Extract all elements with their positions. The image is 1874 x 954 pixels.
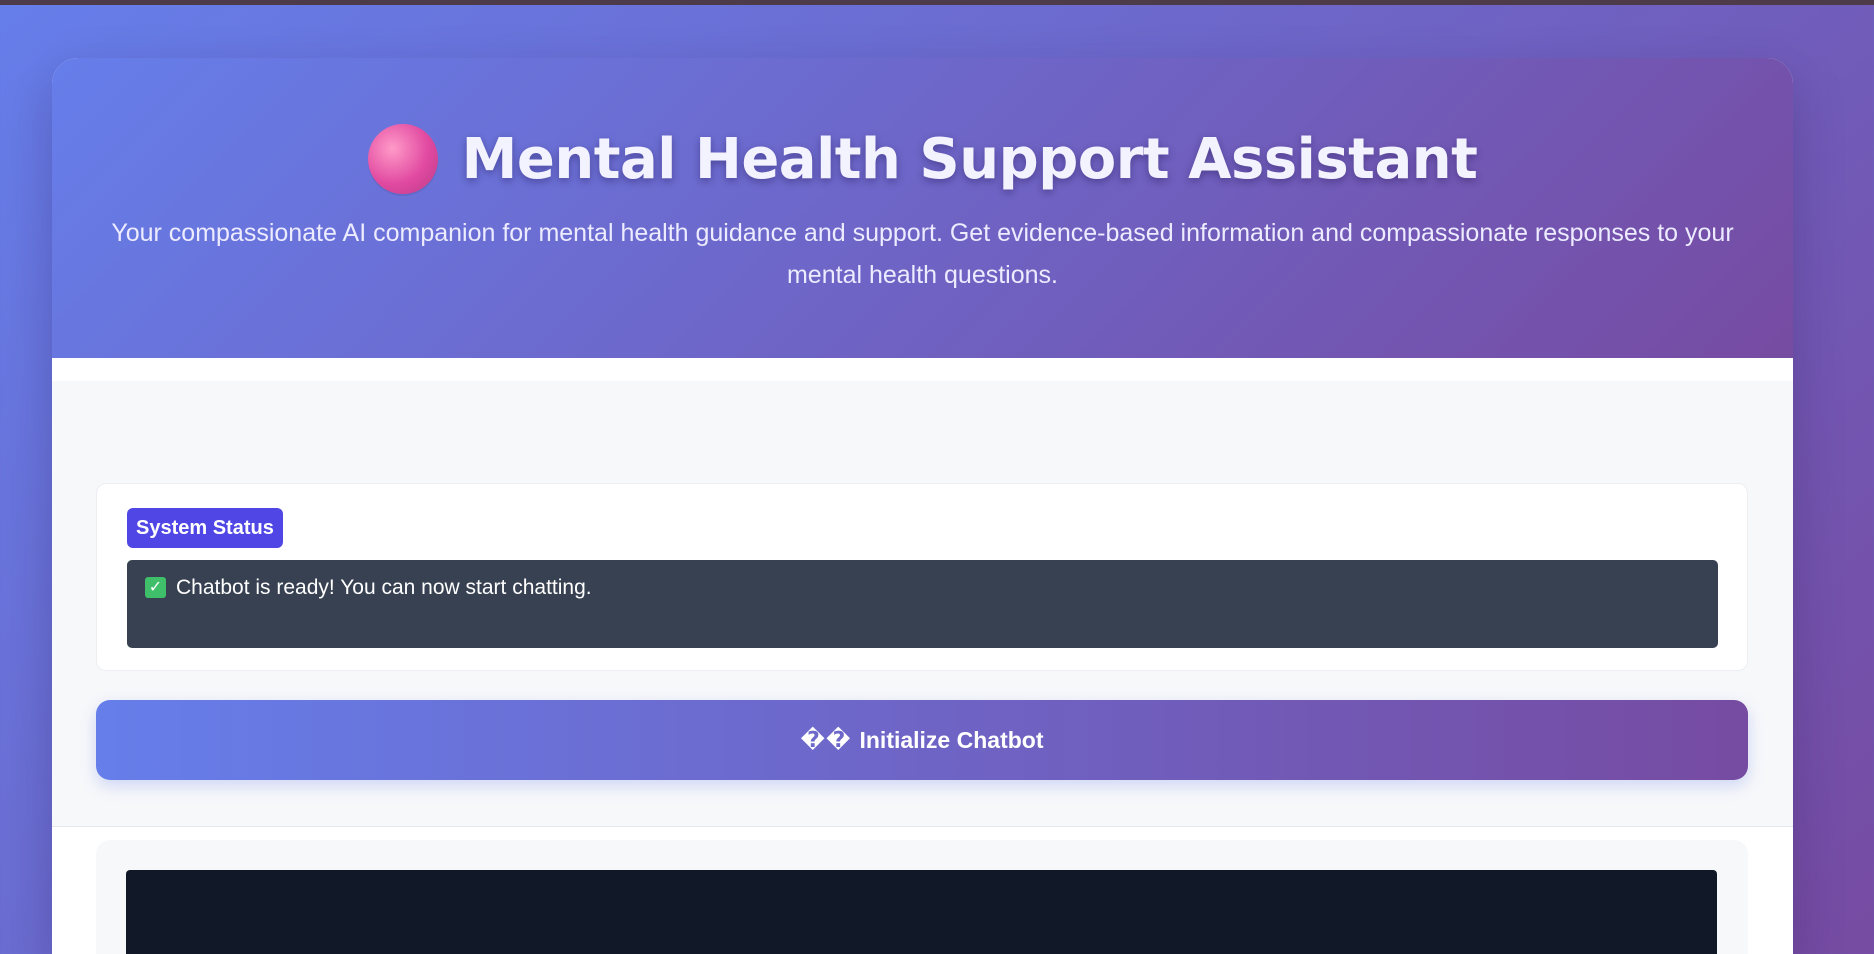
system-status-badge: System Status [127,508,283,548]
status-message: Chatbot is ready! You can now start chat… [176,576,592,599]
controls-section: System Status ✓ Chatbot is ready! You ca… [52,381,1793,827]
initialize-chatbot-button[interactable]: �� Initialize Chatbot [96,700,1748,780]
app-header: ● Mental Health Support Assistant Your c… [52,58,1793,358]
page-title: Mental Health Support Assistant [461,126,1478,192]
page-subtitle: Your compassionate AI companion for ment… [111,219,1734,289]
status-message-box: ✓ Chatbot is ready! You can now start ch… [127,560,1718,648]
unknown-glyph-icon: �� [800,727,852,752]
app-card: ● Mental Health Support Assistant Your c… [52,58,1793,954]
check-icon: ✓ [145,577,166,598]
chat-display[interactable] [126,870,1717,954]
browser-top-strip [0,0,1874,5]
system-status-panel: System Status ✓ Chatbot is ready! You ca… [96,483,1748,671]
chat-container [96,840,1748,954]
initialize-chatbot-label: Initialize Chatbot [859,726,1044,753]
title-row: ● Mental Health Support Assistant [52,124,1793,194]
brain-icon: ● [367,124,438,194]
